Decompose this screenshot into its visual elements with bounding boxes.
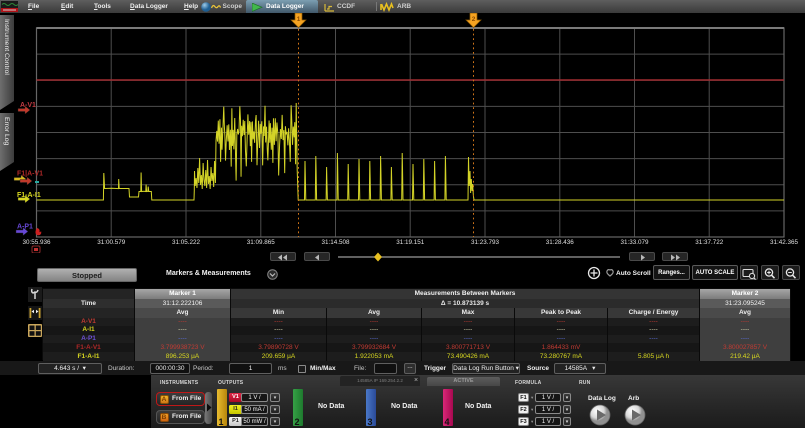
svg-text:31:37.722: 31:37.722 (695, 239, 724, 246)
svg-text:31:09.865: 31:09.865 (247, 239, 276, 246)
svg-text:31:14.508: 31:14.508 (321, 239, 350, 246)
svg-text:31:23.793: 31:23.793 (471, 239, 500, 246)
svg-text:31:33.079: 31:33.079 (620, 239, 649, 246)
svg-text:31:28.436: 31:28.436 (546, 239, 575, 246)
svg-text:2: 2 (472, 16, 476, 23)
svg-text:31:19.151: 31:19.151 (396, 239, 425, 246)
svg-text:31:42.365: 31:42.365 (770, 239, 799, 246)
svg-text:31:00.579: 31:00.579 (97, 239, 126, 246)
svg-text:30:55.936: 30:55.936 (22, 239, 51, 246)
svg-text:1: 1 (297, 16, 301, 23)
svg-text:31:05.222: 31:05.222 (172, 239, 201, 246)
svg-text:A-V1: A-V1 (20, 102, 36, 109)
